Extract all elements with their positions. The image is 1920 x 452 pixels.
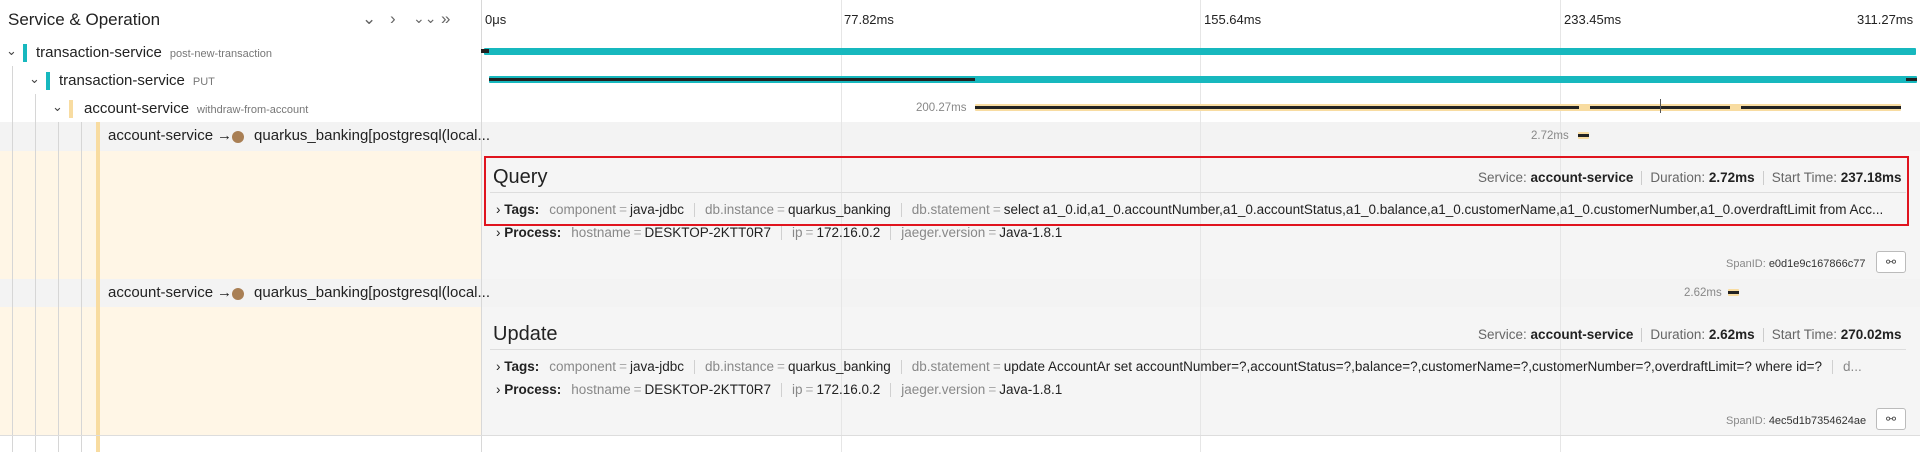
service-color-bar [96,122,100,452]
column-title: Service & Operation [8,10,161,29]
expand-one-icon[interactable]: › [390,9,396,29]
chevron-down-icon[interactable]: ⌄ [6,43,17,59]
span-label[interactable]: account-service withdraw-from-account [84,100,308,118]
self-time-mark [1578,134,1589,137]
span-id: SpanID: 4ec5d1b7354624ae [1726,415,1867,427]
service-name: transaction-service [36,44,162,61]
arrow-right-icon: → [217,127,233,144]
collapse-one-icon[interactable]: ⌄ [362,9,376,29]
span-detail-meta: Service: account-service Duration: 2.72ms… [1478,170,1902,186]
service-name: account-service [84,100,190,117]
span-duration-label: 200.27ms [916,102,967,114]
self-time-mark [481,49,489,53]
span-label[interactable]: transaction-service PUT [59,72,215,90]
divider [0,435,1920,436]
divider [490,349,1906,350]
chevron-down-icon[interactable]: ⌄ [52,99,63,115]
chevron-down-icon[interactable]: ⌄ [29,71,40,87]
tree-guide [58,122,59,452]
span-label[interactable]: transaction-service post-new-transaction [36,44,272,62]
caller-service: account-service [108,127,214,144]
column-divider[interactable] [481,0,482,452]
tags-row[interactable]: › Tags: component = java-jdbc db.instance = qu… [496,359,1906,375]
db-peer-icon [232,288,244,300]
span-detail-title: Update [493,323,558,345]
self-time-mark [489,78,975,81]
collapse-all-icon[interactable]: ⌄⌄ [413,10,436,27]
self-time-mark [975,106,1579,109]
span-label[interactable]: account-service → quarkus_banking[postgres… [108,127,490,145]
time-tick: 77.82ms [844,12,894,27]
log-marker[interactable] [1660,99,1661,113]
operation-name: post-new-transaction [169,48,272,60]
link-icon[interactable]: ⚯ [1876,408,1906,430]
operation-name: PUT [192,76,215,88]
process-row[interactable]: › Process: hostname = DESKTOP-2KTT0R7 ip = 172… [496,382,1906,398]
span-detail-meta: Service: account-service Duration: 2.62ms… [1478,327,1902,343]
time-tick: 311.27ms [1857,12,1914,27]
span-id: SpanID: e0d1e9c167866c77 [1726,258,1866,270]
db-peer-icon [232,131,244,143]
timeline-header [0,0,1920,39]
service-color-bar [46,72,50,90]
operation-name: withdraw-from-account [197,104,309,116]
time-tick: 0μs [485,12,507,27]
tree-guide [81,122,82,452]
tags-row[interactable]: › Tags: component = java-jdbc db.instance = qu… [496,202,1906,218]
time-tick: 155.64ms [1204,12,1262,27]
db-peer-name: quarkus_banking[postgresql(local... [254,127,491,144]
service-color-bar [69,100,73,118]
self-time-mark [1906,78,1917,81]
chevron-right-icon: › [496,225,505,240]
link-icon[interactable]: ⚯ [1876,251,1906,273]
tree-guide [12,66,13,452]
expand-all-icon[interactable]: » [441,9,450,29]
service-name: transaction-service [59,72,185,89]
chevron-right-icon: › [496,202,505,217]
span-bar[interactable] [484,48,1916,55]
arrow-right-icon: → [217,284,233,301]
span-label[interactable]: account-service → quarkus_banking[postgres… [108,284,490,302]
span-duration-label: 2.72ms [1531,130,1569,142]
span-duration-label: 2.62ms [1684,287,1722,299]
db-peer-name: quarkus_banking[postgresql(local... [254,284,491,301]
self-time-mark [1728,291,1739,294]
tree-guide [35,94,36,452]
chevron-right-icon: › [496,359,505,374]
time-tick: 233.45ms [1564,12,1622,27]
chevron-right-icon: › [496,382,505,397]
self-time-mark [1741,106,1901,109]
process-row[interactable]: › Process: hostname = DESKTOP-2KTT0R7 ip = 172… [496,225,1906,241]
service-color-bar [23,44,27,62]
divider [490,192,1906,193]
caller-service: account-service [108,284,214,301]
span-detail-title: Query [493,166,548,188]
